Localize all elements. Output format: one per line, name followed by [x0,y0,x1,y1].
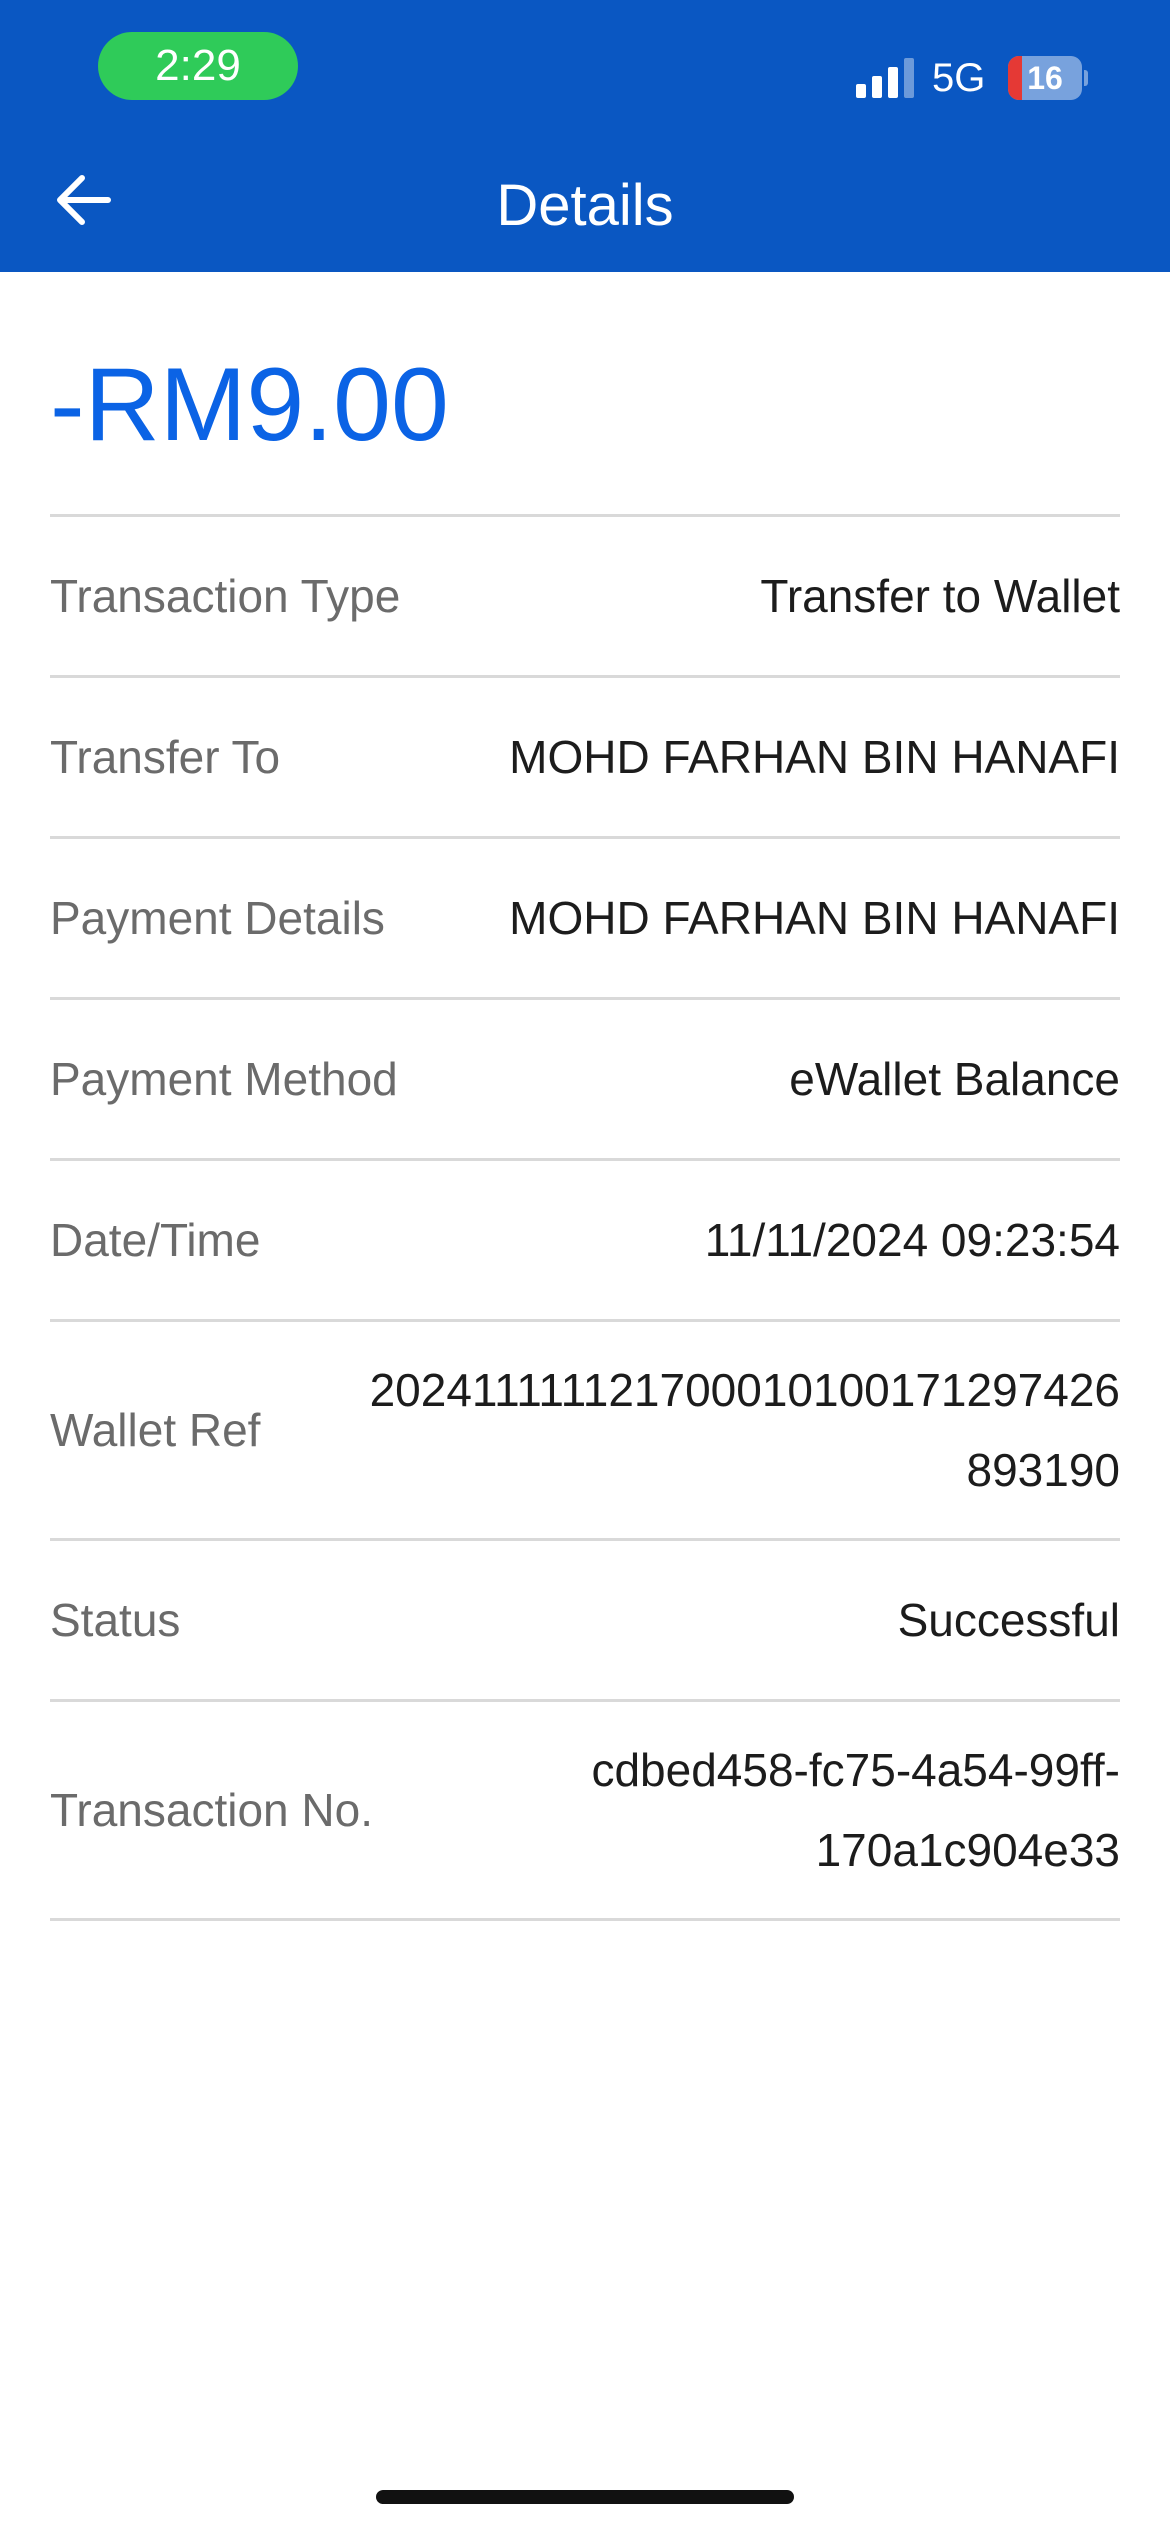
transaction-amount: -RM9.00 [50,347,449,463]
detail-row-date-time: Date/Time 11/11/2024 09:23:54 [50,1161,1120,1322]
header-bar: 2:29 5G 16 Details [0,0,1170,272]
detail-row-payment-method: Payment Method eWallet Balance [50,1000,1120,1161]
detail-value-line: 893190 [966,1444,1121,1496]
details-list: Transaction Type Transfer to Wallet Tran… [50,517,1120,1921]
detail-row-wallet-ref: Wallet Ref 20241111112170001010017129742… [50,1322,1120,1541]
detail-label: Status [50,1594,181,1646]
detail-label: Wallet Ref [50,1404,261,1456]
cellular-signal-icon [856,58,914,98]
detail-label: Transaction No. [50,1784,373,1836]
detail-label: Date/Time [50,1214,261,1266]
detail-value-line: cdbed458-fc75-4a54-99ff- [591,1744,1120,1796]
detail-value-line: 170a1c904e33 [815,1824,1120,1876]
detail-value: Transfer to Wallet [760,570,1120,622]
detail-value: eWallet Balance [789,1053,1120,1105]
detail-row-transfer-to: Transfer To MOHD FARHAN BIN HANAFI [50,678,1120,839]
detail-value-line: 202411111121700010100171297426 [369,1364,1120,1416]
network-type: 5G [932,56,986,100]
detail-value: MOHD FARHAN BIN HANAFI [509,892,1120,944]
status-time: 2:29 [98,32,298,100]
page-title: Details [496,173,674,238]
home-indicator[interactable] [376,2490,794,2504]
detail-row-transaction-type: Transaction Type Transfer to Wallet [50,517,1120,678]
detail-label: Transaction Type [50,570,401,622]
detail-value: 11/11/2024 09:23:54 [704,1214,1120,1266]
detail-label: Payment Details [50,892,385,944]
detail-label: Payment Method [50,1053,398,1105]
battery-level: 16 [1027,60,1063,96]
status-value: Successful [897,1594,1120,1646]
detail-row-status: Status Successful [50,1541,1120,1702]
detail-value: 202411111121700010100171297426 893190 [260,1350,1120,1510]
transaction-details-screen: 2:29 5G 16 Details -RM9.00 Transaction T… [0,0,1170,2532]
detail-value: MOHD FARHAN BIN HANAFI [509,731,1120,783]
battery-icon: 16 [1008,56,1088,100]
detail-label: Transfer To [50,731,281,783]
detail-row-transaction-no: Transaction No. cdbed458-fc75-4a54-99ff-… [50,1702,1120,1921]
detail-row-payment-details: Payment Details MOHD FARHAN BIN HANAFI [50,839,1120,1000]
detail-value: cdbed458-fc75-4a54-99ff- 170a1c904e33 [373,1730,1120,1890]
